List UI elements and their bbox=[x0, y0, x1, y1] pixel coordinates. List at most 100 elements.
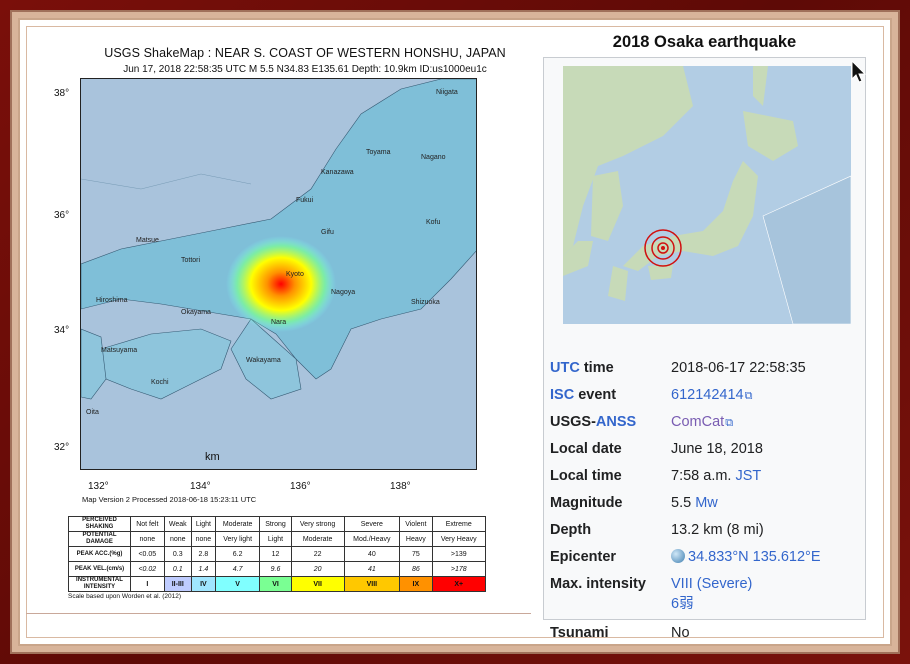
intensity-cell: 9.6 bbox=[259, 561, 292, 577]
globe-icon bbox=[671, 549, 685, 563]
intensity-table-row: PEAK ACC.(%g) <0.05 0.3 2.8 6.2 12 22 40 75 >139 bbox=[68, 546, 487, 562]
intensity-cell: 1.4 bbox=[190, 561, 216, 577]
external-link-icon: ⧉ bbox=[744, 390, 753, 402]
row-key: Depth bbox=[550, 522, 592, 538]
place-label: Shizuoka bbox=[411, 299, 440, 306]
intensity-link[interactable]: VIII (Severe) bbox=[671, 576, 752, 592]
anss-link[interactable]: ANSS bbox=[596, 414, 636, 430]
intensity-cell: 40 bbox=[343, 546, 401, 562]
isc-link[interactable]: ISC bbox=[550, 387, 574, 403]
intensity-table-row: INSTRUMENTAL INTENSITY I II-III IV V VI VII VII… bbox=[68, 576, 487, 592]
intensity-cell: Heavy bbox=[399, 531, 433, 547]
jst-link[interactable]: JST bbox=[735, 468, 761, 484]
lon-label: 134° bbox=[190, 481, 211, 492]
place-label: Niigata bbox=[436, 89, 458, 96]
row-key: USGS-ANSS bbox=[550, 414, 637, 430]
intensity-cell: 22 bbox=[290, 546, 345, 562]
lon-label: 138° bbox=[390, 481, 411, 492]
intensity-cell: IV bbox=[190, 576, 216, 592]
row-value: No bbox=[671, 625, 690, 641]
intensity-table: PERCEIVED SHAKING Not felt Weak Light Modera… bbox=[68, 516, 487, 592]
intensity-cell: Not felt bbox=[130, 516, 165, 532]
place-label: Kochi bbox=[151, 379, 169, 386]
lon-label: 136° bbox=[290, 481, 311, 492]
place-label: Wakayama bbox=[246, 357, 281, 364]
intensity-cell: Light bbox=[190, 516, 216, 532]
place-label: Matsue bbox=[136, 237, 159, 244]
map-version: Map Version 2 Processed 2018-06-18 15:23… bbox=[82, 495, 257, 504]
intensity-cell: VIII bbox=[343, 576, 401, 592]
intensity-cell: I bbox=[130, 576, 165, 592]
intensity-cell: Violent bbox=[399, 516, 433, 532]
place-label: Tottori bbox=[181, 257, 201, 264]
utc-link[interactable]: UTC bbox=[550, 360, 580, 376]
shakemap-panel: USGS ShakeMap : NEAR S. COAST OF WESTERN… bbox=[40, 40, 540, 610]
intensity-cell: 0.1 bbox=[163, 561, 192, 577]
place-label: Nagano bbox=[421, 154, 446, 161]
coordinates-link[interactable]: 34.833°N 135.612°E bbox=[688, 549, 821, 565]
row-value: 13.2 km (8 mi) bbox=[671, 522, 764, 538]
intensity-cell: Very Heavy bbox=[431, 531, 487, 547]
place-label: Kanazawa bbox=[321, 169, 354, 176]
intensity-cell: Extreme bbox=[431, 516, 487, 532]
place-label: Kofu bbox=[426, 219, 441, 226]
row-key: Epicenter bbox=[550, 549, 617, 565]
mw-link[interactable]: Mw bbox=[695, 495, 718, 511]
intensity-row-label: POTENTIAL DAMAGE bbox=[68, 531, 131, 547]
infobox-title: 2018 Osaka earthquake bbox=[612, 33, 797, 51]
row-value: June 18, 2018 bbox=[671, 441, 763, 457]
location-map-svg bbox=[563, 66, 851, 324]
row-key: Max. intensity bbox=[550, 576, 646, 592]
external-link-icon: ⧉ bbox=[725, 417, 734, 429]
lat-label: 34° bbox=[54, 325, 70, 336]
lat-label: 36° bbox=[54, 210, 70, 221]
intensity-cell: VII bbox=[290, 576, 345, 592]
row-value: 7:58 a.m. JST bbox=[671, 468, 761, 484]
intensity-cell: Very strong bbox=[290, 516, 345, 532]
shakemap-svg bbox=[81, 79, 476, 469]
shakemap-subtitle: Jun 17, 2018 22:58:35 UTC M 5.5 N34.83 E… bbox=[123, 64, 487, 75]
local-time-value: 7:58 a.m. bbox=[671, 468, 732, 484]
intensity-cell: 75 bbox=[399, 546, 433, 562]
intensity-cell: Severe bbox=[343, 516, 401, 532]
intensity-cell: <0.05 bbox=[130, 546, 165, 562]
intensity-cell: Moderate bbox=[214, 516, 261, 532]
row-value: 34.833°N 135.612°E bbox=[671, 549, 821, 565]
place-label: Nara bbox=[271, 319, 287, 326]
row-key: Local time bbox=[550, 468, 622, 484]
intensity-cell: X+ bbox=[431, 576, 487, 592]
row-key: Tsunami bbox=[550, 625, 609, 641]
jma-intensity-link[interactable]: 6弱 bbox=[671, 596, 694, 612]
intensity-cell: 0.3 bbox=[163, 546, 192, 562]
shakemap-title: USGS ShakeMap : NEAR S. COAST OF WESTERN… bbox=[104, 46, 506, 60]
divider bbox=[26, 613, 531, 614]
intensity-cell: <0.02 bbox=[130, 561, 165, 577]
place-label: Okayama bbox=[181, 309, 211, 316]
isc-event-link[interactable]: 612142414 bbox=[671, 387, 744, 403]
mouse-cursor-icon bbox=[851, 60, 867, 83]
intensity-table-row: PERCEIVED SHAKING Not felt Weak Light Modera… bbox=[68, 516, 487, 532]
row-key: Magnitude bbox=[550, 495, 623, 511]
intensity-table-row: POTENTIAL DAMAGE none none none Very light Li… bbox=[68, 531, 487, 547]
intensity-row-label: PEAK ACC.(%g) bbox=[68, 546, 131, 562]
scale-unit: km bbox=[205, 451, 220, 463]
intensity-cell: none bbox=[190, 531, 216, 547]
infobox-body: UTC time 2018-06-17 22:58:35 ISC event 6… bbox=[543, 57, 866, 641]
intensity-cell: 4.7 bbox=[214, 561, 261, 577]
intensity-table-row: PEAK VEL.(cm/s) <0.02 0.1 1.4 4.7 9.6 20 41 86 >1… bbox=[68, 561, 487, 577]
intensity-row-label: INSTRUMENTAL INTENSITY bbox=[68, 576, 131, 592]
intensity-cell: II-III bbox=[163, 576, 192, 592]
location-map[interactable] bbox=[563, 66, 851, 324]
intensity-cell: Light bbox=[259, 531, 292, 547]
comcat-link[interactable]: ComCat bbox=[671, 414, 724, 430]
place-label: Oita bbox=[86, 409, 99, 416]
place-label: Gifu bbox=[321, 229, 334, 236]
intensity-cell: Moderate bbox=[290, 531, 345, 547]
intensity-cell: >178 bbox=[431, 561, 487, 577]
place-label: Hiroshima bbox=[96, 297, 128, 304]
place-label: Toyama bbox=[366, 149, 391, 156]
lat-label: 32° bbox=[54, 442, 70, 453]
intensity-cell: none bbox=[163, 531, 192, 547]
intensity-cell: Mod./Heavy bbox=[343, 531, 401, 547]
place-label: Nagoya bbox=[331, 289, 356, 296]
